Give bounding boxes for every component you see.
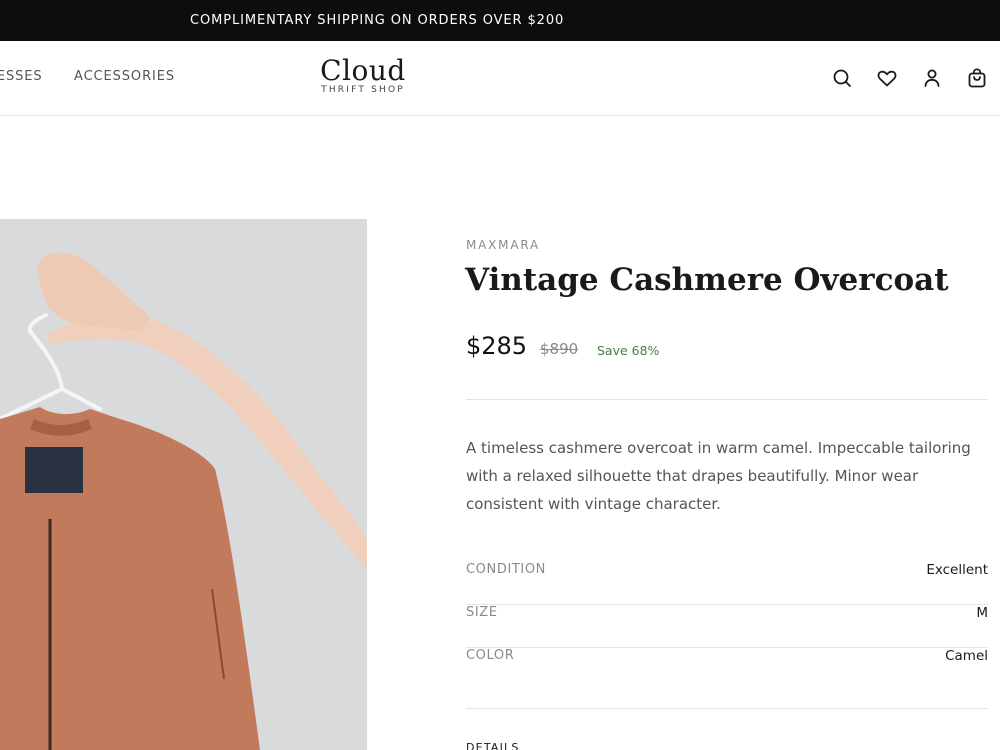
product-brand[interactable]: MAXMARA	[466, 238, 540, 252]
nav-item-accessories[interactable]: ACCESSORIES	[74, 69, 175, 84]
spec-row-color: COLOR Camel	[466, 648, 988, 691]
spec-row-size: SIZE M	[466, 605, 988, 648]
product-description: A timeless cashmere overcoat in warm cam…	[466, 439, 971, 513]
nav-item-dresses[interactable]: DRESSES	[0, 69, 43, 84]
product-title: Vintage Cashmere Overcoat	[465, 262, 949, 298]
spec-label: COLOR	[466, 648, 515, 663]
spec-label: SIZE	[466, 605, 498, 620]
jacket-label	[25, 447, 83, 493]
divider	[466, 399, 988, 400]
original-price: $890	[540, 340, 579, 358]
spec-value: Camel	[945, 648, 988, 664]
search-icon[interactable]	[830, 66, 854, 90]
divider	[466, 708, 988, 709]
logo-sub-text: THRIFT SHOP	[321, 85, 405, 95]
site-header: DRESSES ACCESSORIES Cloud THRIFT SHOP	[0, 41, 1000, 116]
logo-main-text: Cloud	[320, 54, 406, 87]
promo-text: COMPLIMENTARY SHIPPING ON ORDERS OVER $2…	[190, 13, 565, 28]
spec-label: CONDITION	[466, 562, 547, 577]
spec-value: M	[976, 605, 988, 621]
current-price: $285	[466, 332, 528, 360]
details-toggle[interactable]: DETAILS	[466, 741, 520, 750]
shopping-bag-icon[interactable]	[965, 66, 989, 90]
spec-row-condition: CONDITION Excellent	[466, 562, 988, 605]
product-image[interactable]	[0, 219, 367, 750]
spec-value: Excellent	[926, 562, 988, 578]
promo-bar: COMPLIMENTARY SHIPPING ON ORDERS OVER $2…	[0, 0, 1000, 41]
heart-icon[interactable]	[875, 66, 899, 90]
account-icon[interactable]	[920, 66, 944, 90]
logo[interactable]: Cloud THRIFT SHOP	[300, 54, 426, 96]
savings-badge: Save 68%	[597, 343, 660, 358]
